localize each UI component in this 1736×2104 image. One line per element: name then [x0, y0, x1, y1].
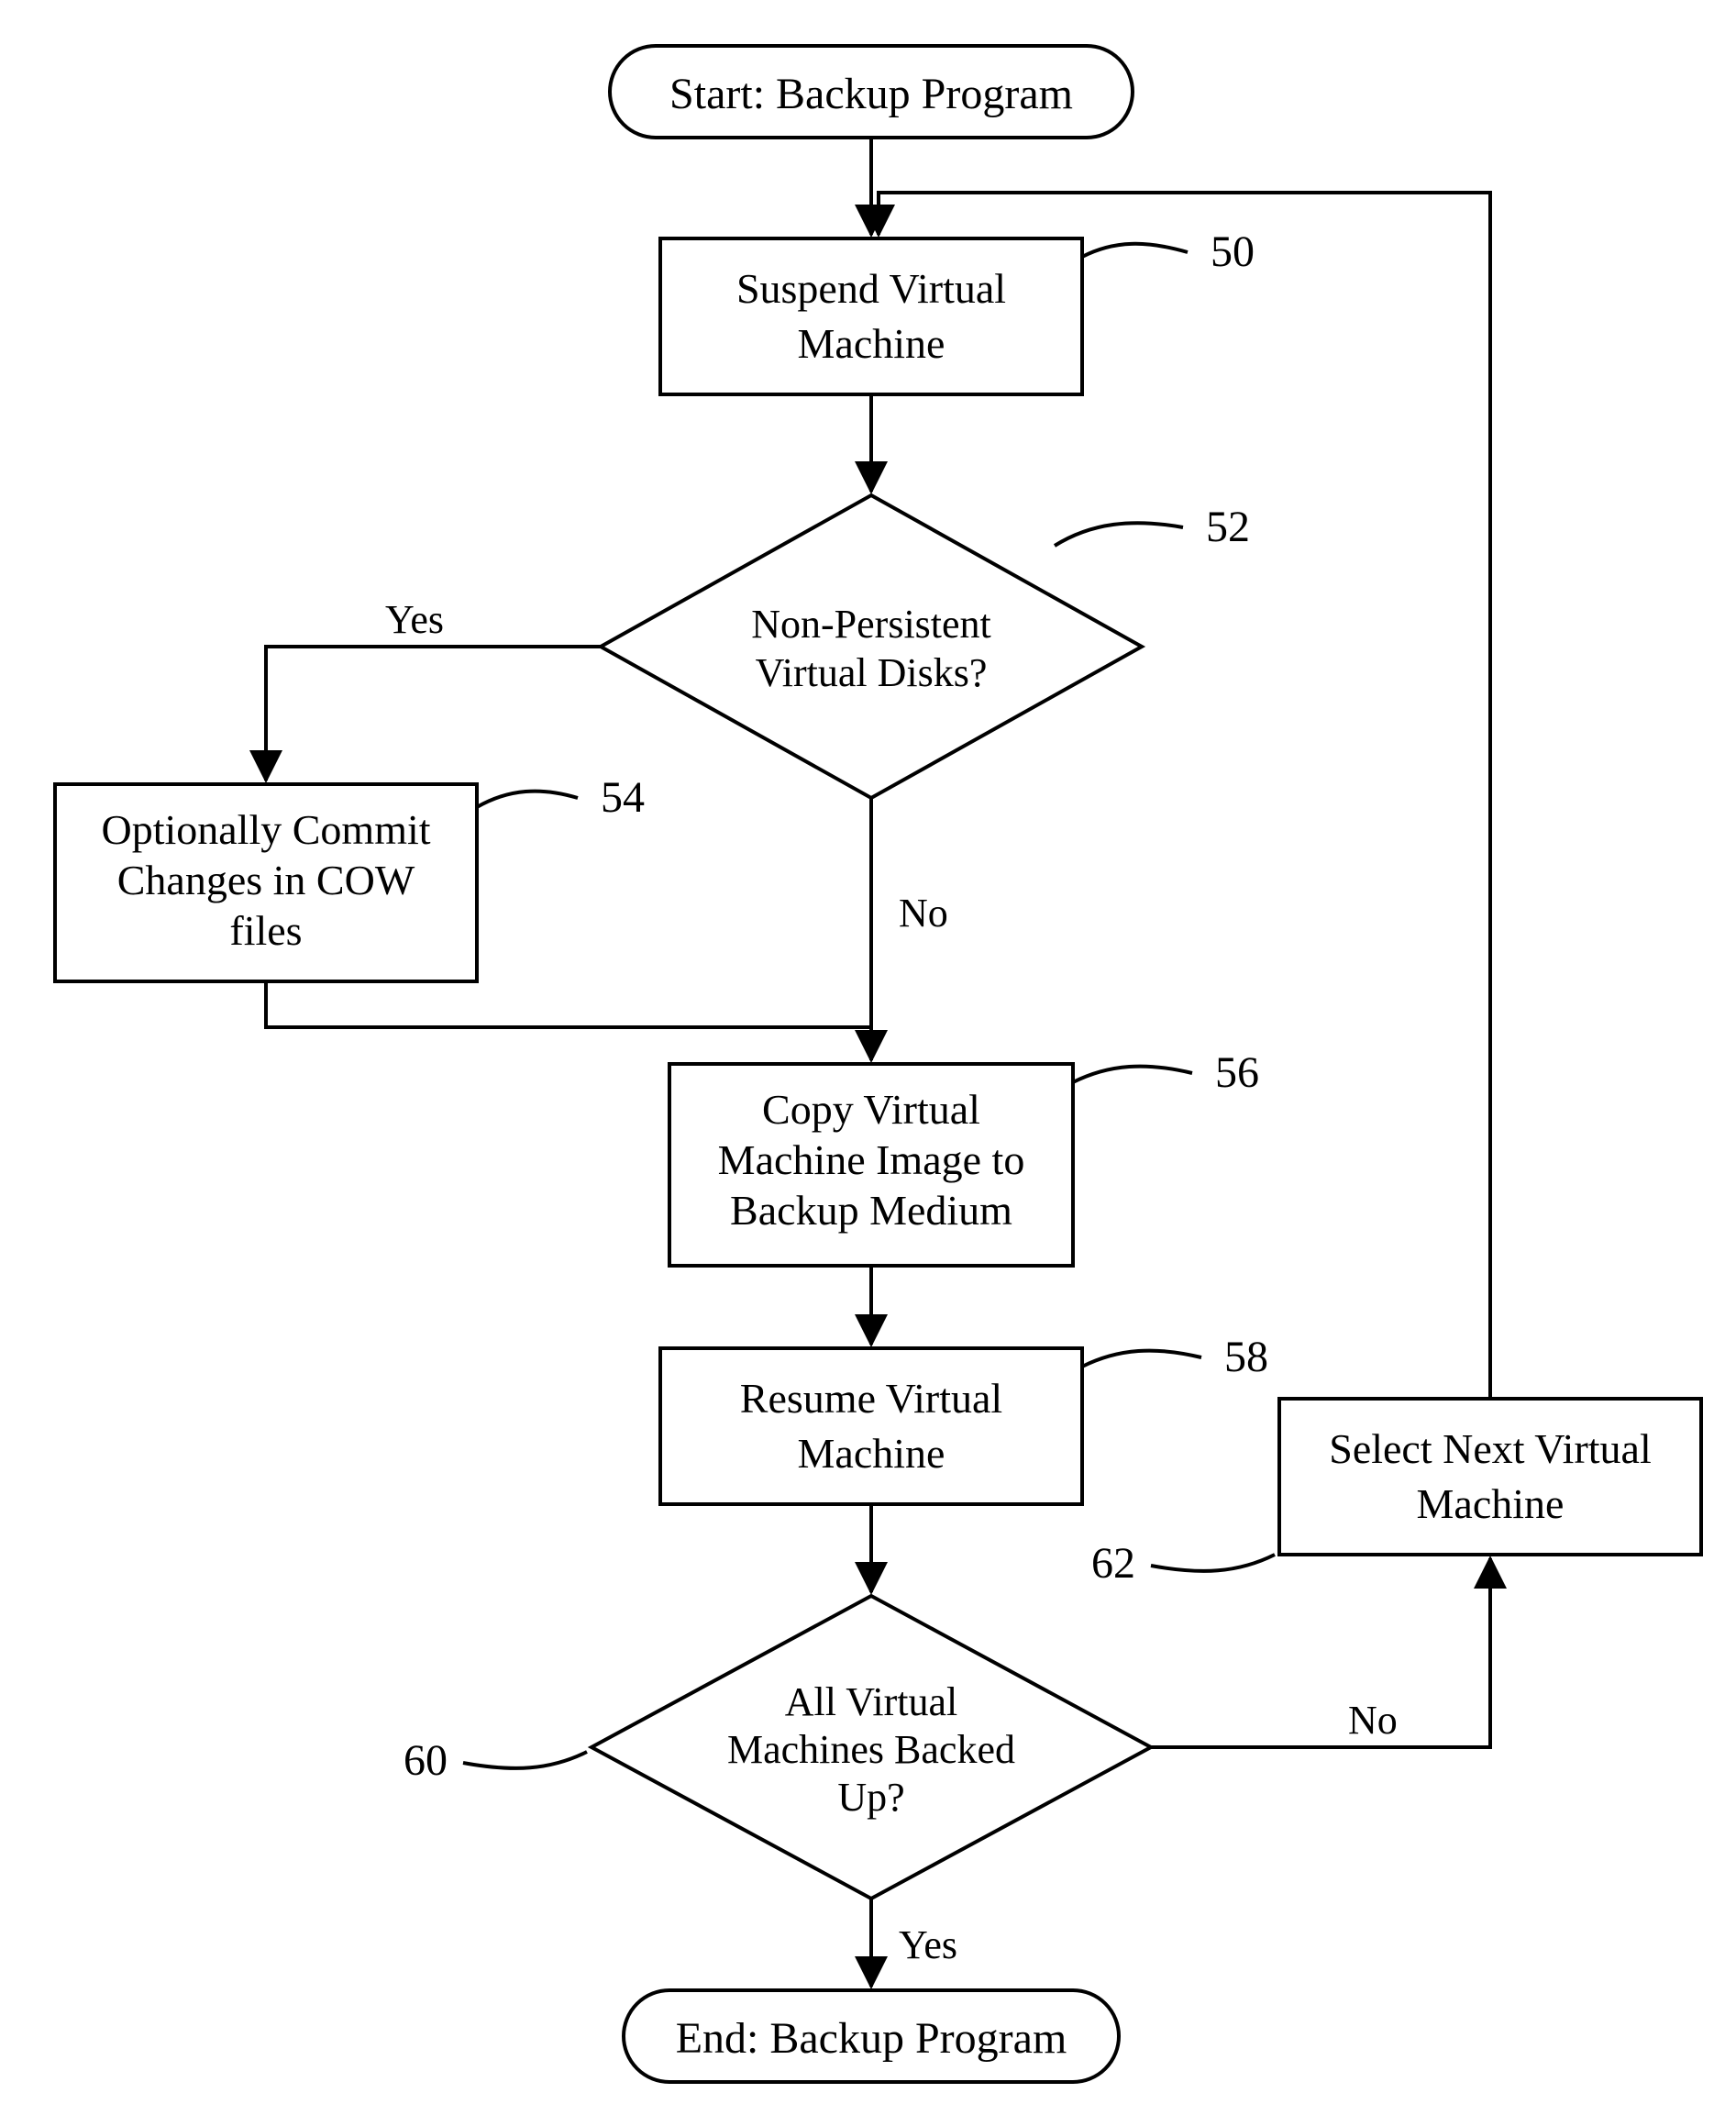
edge-60-62-label: No — [1348, 1698, 1398, 1743]
node-56: Copy Virtual Machine Image to Backup Med… — [669, 1048, 1259, 1266]
node-62-line1: Select Next Virtual — [1329, 1425, 1652, 1472]
node-52: Non-Persistent Virtual Disks? 52 — [601, 495, 1250, 798]
node-56-line3: Backup Medium — [730, 1187, 1012, 1234]
node-56-ref: 56 — [1215, 1048, 1259, 1097]
node-50: Suspend Virtual Machine 50 — [660, 227, 1255, 394]
node-60-line1: All Virtual — [785, 1679, 957, 1724]
node-56-line2: Machine Image to — [718, 1136, 1025, 1183]
edge-52-54-label: Yes — [385, 597, 444, 642]
node-54-line2: Changes in COW — [117, 857, 415, 903]
node-52-line2: Virtual Disks? — [756, 650, 988, 695]
node-54-ref: 54 — [601, 773, 645, 822]
node-62: Select Next Virtual Machine 62 — [1091, 1399, 1701, 1588]
node-58-line1: Resume Virtual — [740, 1375, 1002, 1422]
edge-60-62 — [1151, 1558, 1490, 1747]
node-60-line3: Up? — [837, 1775, 904, 1820]
node-start: Start: Backup Program — [610, 46, 1133, 138]
flowchart: Start: Backup Program Suspend Virtual Ma… — [0, 0, 1736, 2104]
node-52-line1: Non-Persistent — [751, 602, 991, 647]
node-60: All Virtual Machines Backed Up? 60 — [404, 1596, 1151, 1899]
node-58-ref: 58 — [1224, 1333, 1268, 1381]
node-60-ref: 60 — [404, 1736, 448, 1785]
node-56-line1: Copy Virtual — [762, 1086, 980, 1133]
edge-52-54 — [266, 647, 601, 781]
node-50-line1: Suspend Virtual — [736, 265, 1006, 312]
node-52-ref: 52 — [1206, 503, 1250, 551]
node-62-ref: 62 — [1091, 1539, 1135, 1588]
edge-52-56-label: No — [899, 891, 948, 936]
edge-60-end-label: Yes — [899, 1922, 957, 1967]
node-end: End: Backup Program — [624, 1990, 1119, 2082]
node-54-line1: Optionally Commit — [101, 806, 430, 853]
node-58: Resume Virtual Machine 58 — [660, 1333, 1268, 1504]
node-50-ref: 50 — [1211, 227, 1255, 276]
node-54: Optionally Commit Changes in COW files 5… — [55, 773, 645, 981]
node-58-line2: Machine — [798, 1430, 945, 1477]
edge-54-56 — [266, 981, 871, 1027]
node-62-line2: Machine — [1417, 1480, 1565, 1527]
end-label: End: Backup Program — [676, 2014, 1067, 2063]
node-60-line2: Machines Backed — [727, 1727, 1015, 1772]
node-50-line2: Machine — [798, 320, 945, 367]
node-54-line3: files — [229, 907, 302, 954]
start-label: Start: Backup Program — [669, 70, 1073, 118]
